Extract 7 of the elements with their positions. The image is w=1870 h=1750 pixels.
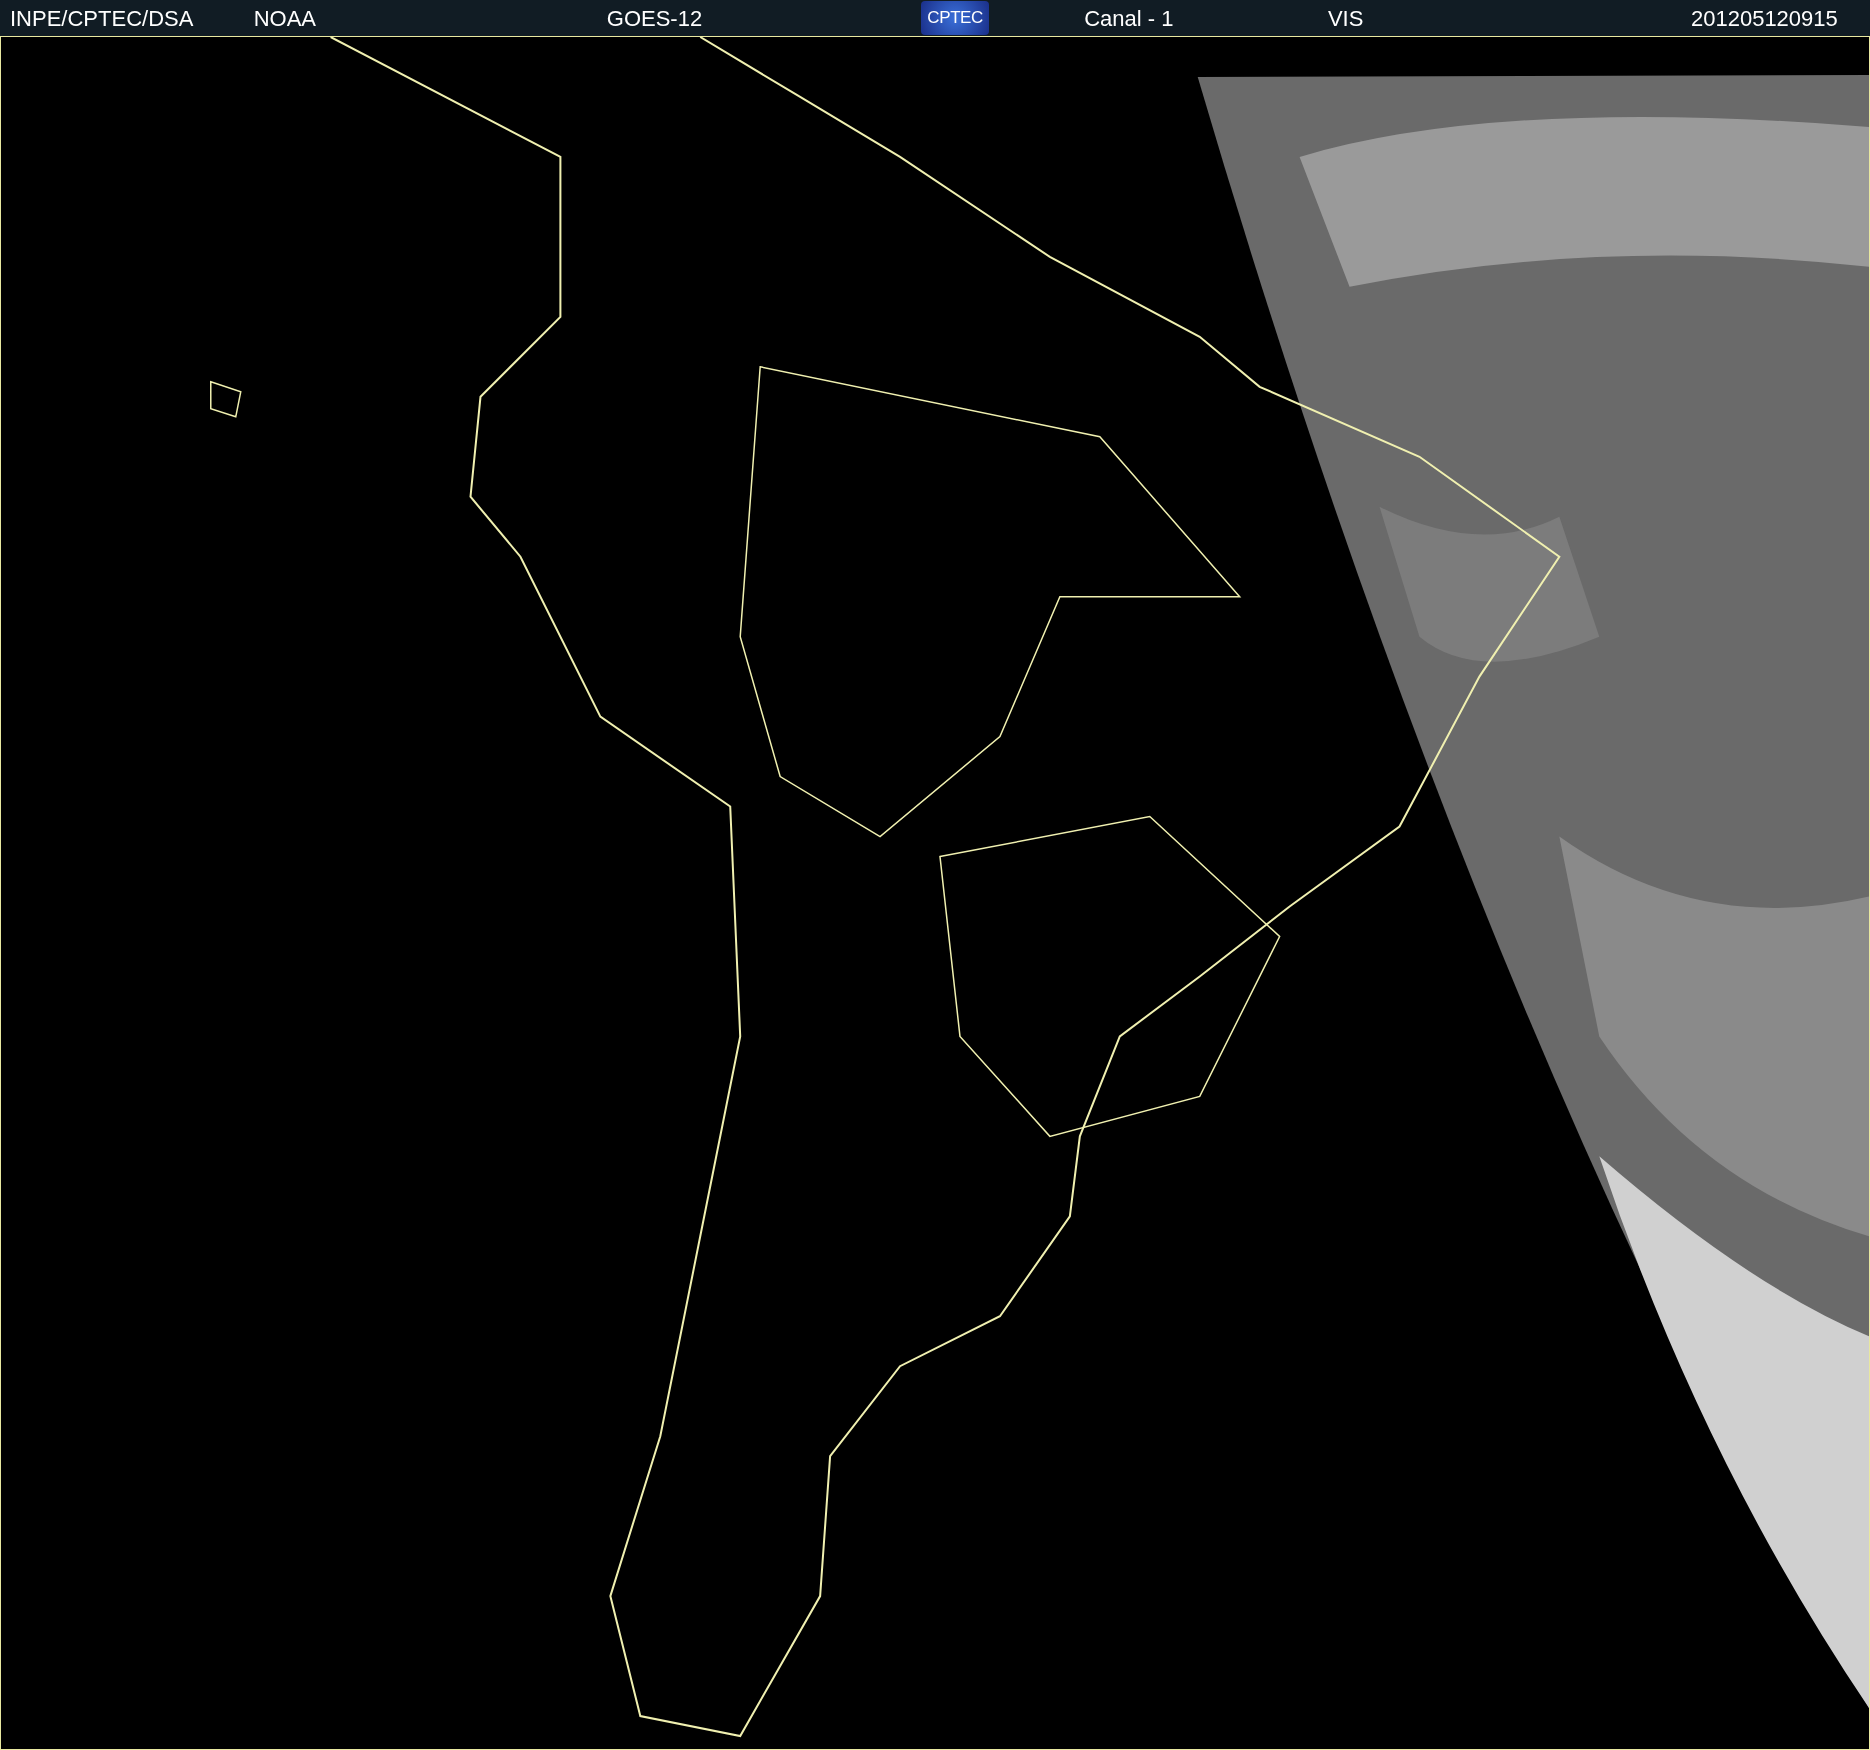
agency-logo: CPTEC	[921, 1, 990, 35]
header-label: Canal - 1	[1084, 4, 1174, 33]
header-label: GOES-12	[606, 4, 703, 33]
header-label: VIS	[1327, 4, 1364, 33]
header-label: NOAA	[253, 4, 317, 33]
header-label: 201205120915	[1690, 4, 1838, 33]
header-label: INPE/CPTEC/DSA	[10, 4, 194, 33]
